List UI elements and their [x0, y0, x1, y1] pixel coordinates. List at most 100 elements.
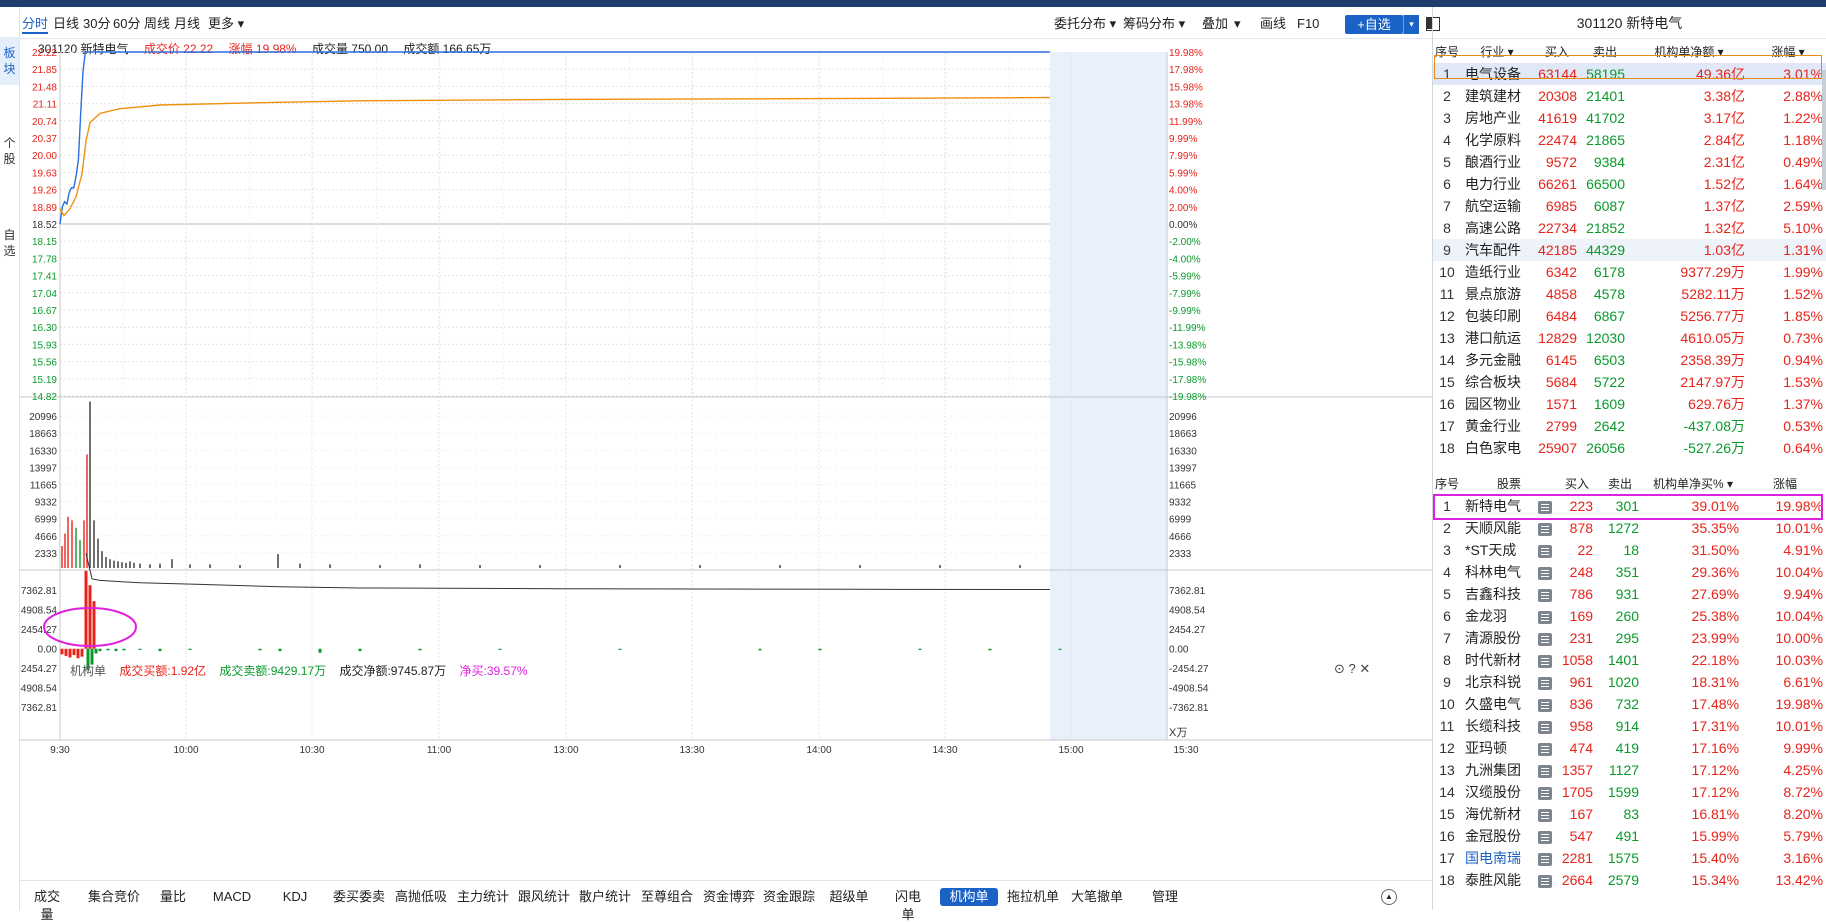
stock-doc-icon[interactable]	[1538, 588, 1552, 602]
industry-row[interactable]: 18 白色家电 25907 26056 -527.26万 0.64%	[1433, 437, 1826, 459]
stock-row[interactable]: 12 亚玛顿 474 419 17.16% 9.99%	[1433, 737, 1826, 759]
industry-row[interactable]: 11 景点旅游 4858 4578 5282.11万 1.52%	[1433, 283, 1826, 305]
stock-row[interactable]: 15 海优新材 167 83 16.81% 8.20%	[1433, 803, 1826, 825]
period-intraday[interactable]: 分时	[22, 14, 49, 34]
industry-row[interactable]: 7 航空运输 6985 6087 1.37亿 2.59%	[1433, 195, 1826, 217]
indicator-tab[interactable]: 资金跟踪	[762, 888, 816, 906]
stock-row[interactable]: 5 吉鑫科技 786 931 27.69% 9.94%	[1433, 583, 1826, 605]
stock-row[interactable]: 4 科林电气 248 351 29.36% 10.04%	[1433, 561, 1826, 583]
indicator-tab[interactable]: 集合竞价	[87, 888, 141, 906]
industry-row[interactable]: 8 高速公路 22734 21852 1.32亿 5.10%	[1433, 217, 1826, 239]
left-tab-watchlist[interactable]: 自选	[0, 219, 19, 267]
indicator-tab[interactable]: 跟风统计	[517, 888, 571, 906]
left-tab-sector[interactable]: 板块	[0, 37, 19, 85]
stock-row[interactable]: 1 新特电气 223 301 39.01% 19.98%	[1433, 495, 1826, 517]
indicator-tab[interactable]: 大笔撤单	[1070, 888, 1124, 906]
industry-row[interactable]: 4 化学原料 22474 21865 2.84亿 1.18%	[1433, 129, 1826, 151]
stock-doc-icon[interactable]	[1538, 566, 1552, 580]
indicator-tab[interactable]: 散户统计	[578, 888, 632, 906]
indicator-tab[interactable]: 管理	[1148, 888, 1182, 906]
period-monthly[interactable]: 月线	[174, 14, 200, 34]
stock-doc-icon[interactable]	[1538, 654, 1552, 668]
industry-row[interactable]: 6 电力行业 66261 66500 1.52亿 1.64%	[1433, 173, 1826, 195]
industry-row[interactable]: 13 港口航运 12829 12030 4610.05万 0.73%	[1433, 327, 1826, 349]
stock-row[interactable]: 13 九洲集团 1357 1127 17.12% 4.25%	[1433, 759, 1826, 781]
indicator-tab[interactable]: 主力统计	[456, 888, 510, 906]
stock-doc-icon[interactable]	[1538, 500, 1552, 514]
overlay-dropdown[interactable]: ▾	[1234, 14, 1241, 34]
industry-col-net[interactable]: 机构单净额 ▾	[1629, 39, 1749, 63]
period-more-dropdown[interactable]: 更多 ▾	[208, 14, 244, 34]
industry-row[interactable]: 9 汽车配件 42185 44329 1.03亿 1.31%	[1433, 239, 1826, 261]
indicator-tab[interactable]: 至尊组合	[640, 888, 694, 906]
indicator-tab[interactable]: 资金博弈	[702, 888, 756, 906]
stock-row[interactable]: 18 泰胜风能 2664 2579 15.34% 13.42%	[1433, 869, 1826, 891]
period-60min[interactable]: 60分	[113, 14, 140, 34]
stock-row[interactable]: 14 汉缆股份 1705 1599 17.12% 8.72%	[1433, 781, 1826, 803]
period-daily[interactable]: 日线	[53, 14, 79, 34]
close-icon[interactable]: ✕	[1359, 661, 1370, 676]
period-30min[interactable]: 30分	[83, 14, 110, 34]
industry-col-sell[interactable]: 卖出	[1581, 39, 1629, 63]
indicator-tab[interactable]: 量比	[158, 888, 188, 906]
stock-doc-icon[interactable]	[1538, 852, 1552, 866]
stock-doc-icon[interactable]	[1538, 764, 1552, 778]
stock-row[interactable]: 16 金冠股份 547 491 15.99% 5.79%	[1433, 825, 1826, 847]
stock-doc-icon[interactable]	[1538, 522, 1552, 536]
indicator-tab[interactable]: KDJ	[282, 888, 308, 906]
industry-col-name[interactable]: 行业 ▾	[1461, 39, 1533, 63]
stock-row[interactable]: 11 长缆科技 958 914 17.31% 10.01%	[1433, 715, 1826, 737]
stock-doc-icon[interactable]	[1538, 698, 1552, 712]
stock-col-name[interactable]: 股票	[1461, 471, 1557, 495]
stock-col-pct[interactable]: 机构单净买% ▾	[1643, 471, 1743, 495]
stock-col-change[interactable]: 涨幅	[1743, 471, 1826, 495]
indicator-tab[interactable]: 高抛低吸	[394, 888, 448, 906]
indicator-tab[interactable]: 拖拉机单	[1006, 888, 1060, 906]
add-watchlist-dropdown[interactable]: ▾	[1403, 15, 1419, 34]
help-icon[interactable]: ?	[1349, 661, 1356, 676]
stock-doc-icon[interactable]	[1538, 830, 1552, 844]
indicator-tab[interactable]: 机构单	[940, 888, 998, 906]
industry-row[interactable]: 10 造纸行业 6342 6178 9377.29万 1.99%	[1433, 261, 1826, 283]
indicator-tab[interactable]: MACD	[212, 888, 252, 906]
settings-icon[interactable]: ⊙	[1334, 661, 1345, 676]
stock-doc-icon[interactable]	[1538, 632, 1552, 646]
industry-row[interactable]: 15 综合板块 5684 5722 2147.97万 1.53%	[1433, 371, 1826, 393]
stock-doc-icon[interactable]	[1538, 742, 1552, 756]
period-weekly[interactable]: 周线	[144, 14, 170, 34]
industry-row[interactable]: 16 园区物业 1571 1609 629.76万 1.37%	[1433, 393, 1826, 415]
collapse-up-icon[interactable]: ▲	[1381, 889, 1397, 905]
stock-doc-icon[interactable]	[1538, 676, 1552, 690]
overlay-button[interactable]: 叠加	[1202, 14, 1228, 34]
industry-row[interactable]: 14 多元金融 6145 6503 2358.39万 0.94%	[1433, 349, 1826, 371]
intraday-chart[interactable]: 22.22 19.98% 21.85 17.98% 21.48 15.98% 21.11 13…	[20, 40, 1432, 880]
industry-col-buy[interactable]: 买入	[1533, 39, 1581, 63]
stock-doc-icon[interactable]	[1538, 808, 1552, 822]
stock-doc-icon[interactable]	[1538, 786, 1552, 800]
stock-row[interactable]: 8 时代新材 1058 1401 22.18% 10.03%	[1433, 649, 1826, 671]
industry-row[interactable]: 1 电气设备 63144 58195 49.36亿 3.01%	[1433, 63, 1826, 85]
indicator-tab[interactable]: 闪电单	[890, 888, 926, 922]
stock-col-sell[interactable]: 卖出	[1597, 471, 1643, 495]
order-distribution-dropdown[interactable]: 委托分布 ▾	[1054, 14, 1116, 34]
add-watchlist-button[interactable]: +自选	[1345, 15, 1403, 34]
stock-row[interactable]: 10 久盛电气 836 732 17.48% 19.98%	[1433, 693, 1826, 715]
stock-row[interactable]: 6 金龙羽 169 260 25.38% 10.04%	[1433, 605, 1826, 627]
stock-row[interactable]: 9 北京科锐 961 1020 18.31% 6.61%	[1433, 671, 1826, 693]
left-tab-stock[interactable]: 个股	[0, 127, 19, 175]
indicator-tab[interactable]: 委买委卖	[332, 888, 386, 906]
stock-row[interactable]: 17 国电南瑞 2281 1575 15.40% 3.16%	[1433, 847, 1826, 869]
industry-row[interactable]: 5 酿酒行业 9572 9384 2.31亿 0.49%	[1433, 151, 1826, 173]
indicator-tab[interactable]: 超级单	[827, 888, 871, 906]
industry-row[interactable]: 2 建筑建材 20308 21401 3.38亿 2.88%	[1433, 85, 1826, 107]
stock-row[interactable]: 2 天顺风能 878 1272 35.35% 10.01%	[1433, 517, 1826, 539]
draw-line-button[interactable]: 画线	[1260, 14, 1286, 34]
industry-scrollbar[interactable]	[1822, 70, 1826, 190]
industry-col-change[interactable]: 涨幅 ▾	[1749, 39, 1826, 63]
stock-col-buy[interactable]: 买入	[1557, 471, 1597, 495]
stock-doc-icon[interactable]	[1538, 610, 1552, 624]
stock-doc-icon[interactable]	[1538, 874, 1552, 888]
industry-row[interactable]: 12 包装印刷 6484 6867 5256.77万 1.85%	[1433, 305, 1826, 327]
chip-distribution-dropdown[interactable]: 筹码分布 ▾	[1123, 14, 1185, 34]
indicator-tab[interactable]: 成交量	[30, 888, 64, 922]
